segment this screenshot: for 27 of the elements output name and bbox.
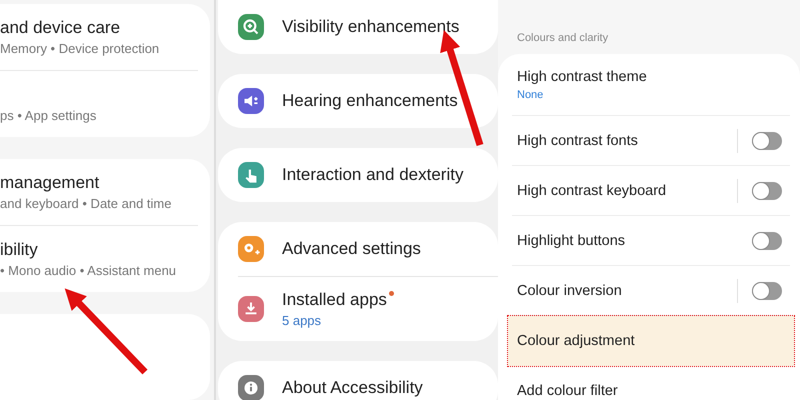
- setting-summary: and keyboard • Date and time: [0, 196, 172, 211]
- menu-item[interactable]: Interaction and dexterity: [282, 165, 464, 185]
- setting-title[interactable]: High contrast fonts: [517, 132, 737, 148]
- item-summary: 5 apps: [282, 313, 322, 328]
- setting-title[interactable]: High contrast theme: [517, 68, 647, 84]
- setting-summary: ps • App settings: [0, 108, 98, 123]
- section-header: Colours and clarity: [516, 31, 610, 46]
- menu-item[interactable]: Advanced settings: [282, 239, 421, 259]
- setting-summary: • Mono audio • Assistant menu: [0, 263, 178, 278]
- toggle-switch[interactable]: [752, 132, 782, 150]
- toggle-switch[interactable]: [752, 232, 782, 250]
- menu-item[interactable]: Visibility enhancements: [282, 17, 460, 37]
- setting-title[interactable]: Add colour filter: [517, 382, 790, 398]
- setting-title[interactable]: Colour adjustment: [517, 333, 794, 349]
- menu-item[interactable]: About Accessibility: [282, 378, 423, 398]
- setting-title[interactable]: ibility: [0, 240, 198, 260]
- setting-title[interactable]: management: [0, 173, 198, 193]
- setting-title[interactable]: High contrast keyboard: [517, 182, 737, 198]
- setting-title[interactable]: Colour inversion: [517, 282, 737, 298]
- setting-title[interactable]: Highlight buttons: [517, 232, 752, 248]
- menu-item[interactable]: Hearing enhancements: [282, 91, 458, 111]
- setting-title[interactable]: and device care: [0, 18, 198, 38]
- menu-item[interactable]: Installed apps: [282, 290, 387, 310]
- setting-value: None: [517, 88, 544, 100]
- toggle-switch[interactable]: [752, 282, 782, 300]
- setting-summary: Memory • Device protection: [0, 41, 160, 56]
- toggle-switch[interactable]: [752, 182, 782, 200]
